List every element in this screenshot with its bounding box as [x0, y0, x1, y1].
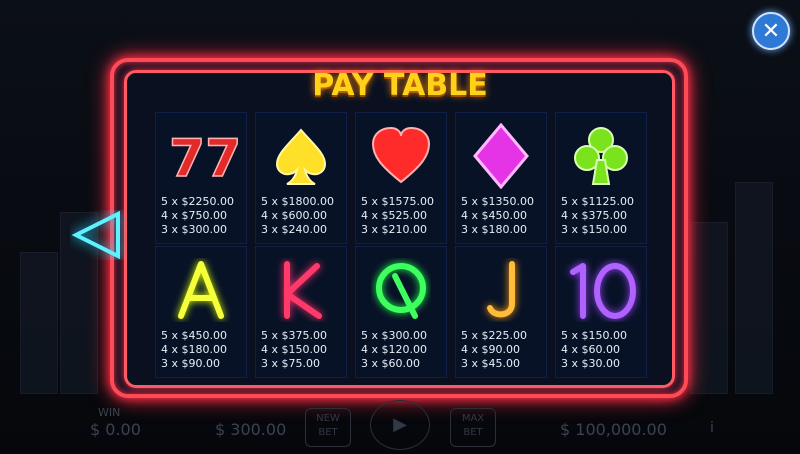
spade-icon — [256, 121, 346, 191]
max-bet-button[interactable]: MAX BET — [450, 408, 496, 447]
page-title: PAY TABLE — [312, 68, 488, 103]
close-button[interactable]: ✕ — [752, 12, 790, 50]
club-icon — [556, 121, 646, 191]
skyline-building — [690, 222, 728, 394]
payout-line: 5 x $375.00 — [261, 329, 327, 342]
j-icon — [456, 255, 546, 325]
balance-value: $ 100,000.00 — [560, 420, 667, 439]
spin-button[interactable]: ▶ — [370, 400, 430, 450]
symbol-card: 5 x $225.00 4 x $90.00 3 x $45.00 — [455, 246, 547, 378]
k-icon — [256, 255, 346, 325]
bet-value: $ 300.00 — [215, 420, 287, 439]
heart-icon — [356, 121, 446, 191]
payout-line: 4 x $375.00 — [561, 209, 627, 222]
skyline-building — [735, 182, 773, 394]
payout-line: 4 x $450.00 — [461, 209, 527, 222]
symbol-card: 5 x $1800.00 4 x $600.00 3 x $240.00 — [255, 112, 347, 244]
diamond-icon — [456, 121, 546, 191]
payout-line: 3 x $240.00 — [261, 223, 327, 236]
payout-line: 4 x $60.00 — [561, 343, 620, 356]
new-bet-button[interactable]: NEW BET — [305, 408, 351, 447]
symbol-card: 5 x $1350.00 4 x $450.00 3 x $180.00 — [455, 112, 547, 244]
payout-line: 5 x $2250.00 — [161, 195, 234, 208]
payout-line: 4 x $150.00 — [261, 343, 327, 356]
symbol-card: 5 x $450.00 4 x $180.00 3 x $90.00 — [155, 246, 247, 378]
payout-line: 5 x $150.00 — [561, 329, 627, 342]
symbol-card: 5 x $375.00 4 x $150.00 3 x $75.00 — [255, 246, 347, 378]
skyline-building — [20, 252, 58, 394]
payout-line: 3 x $30.00 — [561, 357, 620, 370]
seven-seven-icon: 77 — [156, 121, 246, 191]
win-value: $ 0.00 — [90, 420, 141, 439]
payout-line: 3 x $75.00 — [261, 357, 320, 370]
payout-line: 5 x $300.00 — [361, 329, 427, 342]
payout-line: 5 x $225.00 — [461, 329, 527, 342]
payout-line: 3 x $45.00 — [461, 357, 520, 370]
close-icon: ✕ — [761, 18, 781, 44]
payout-line: 5 x $1800.00 — [261, 195, 334, 208]
paytable-grid: 77 5 x $2250.00 4 x $750.00 3 x $300.00 … — [155, 112, 647, 378]
payout-line: 3 x $210.00 — [361, 223, 427, 236]
a-icon — [156, 255, 246, 325]
ten-icon — [556, 255, 646, 325]
back-arrow-button[interactable] — [70, 210, 125, 264]
payout-line: 3 x $300.00 — [161, 223, 227, 236]
win-label: WIN — [98, 406, 121, 419]
symbol-card: 77 5 x $2250.00 4 x $750.00 3 x $300.00 — [155, 112, 247, 244]
payout-line: 3 x $180.00 — [461, 223, 527, 236]
payout-line: 4 x $600.00 — [261, 209, 327, 222]
payout-line: 5 x $1575.00 — [361, 195, 434, 208]
svg-text:77: 77 — [169, 129, 241, 186]
info-icon[interactable]: i — [710, 420, 714, 436]
left-arrow-icon — [71, 210, 120, 260]
payout-line: 4 x $750.00 — [161, 209, 227, 222]
bottom-bar: WIN $ 0.00 $ 300.00 NEW BET ▶ MAX BET $ … — [0, 400, 800, 450]
symbol-card: 5 x $1125.00 4 x $375.00 3 x $150.00 — [555, 112, 647, 244]
payout-line: 5 x $1125.00 — [561, 195, 634, 208]
payout-line: 3 x $90.00 — [161, 357, 220, 370]
payout-line: 4 x $90.00 — [461, 343, 520, 356]
payout-line: 4 x $180.00 — [161, 343, 227, 356]
symbol-card: 5 x $150.00 4 x $60.00 3 x $30.00 — [555, 246, 647, 378]
payout-line: 3 x $60.00 — [361, 357, 420, 370]
symbol-card: 5 x $300.00 4 x $120.00 3 x $60.00 — [355, 246, 447, 378]
payout-line: 4 x $120.00 — [361, 343, 427, 356]
payout-line: 3 x $150.00 — [561, 223, 627, 236]
payout-line: 5 x $1350.00 — [461, 195, 534, 208]
q-icon — [356, 255, 446, 325]
payout-line: 5 x $450.00 — [161, 329, 227, 342]
payout-line: 4 x $525.00 — [361, 209, 427, 222]
symbol-card: 5 x $1575.00 4 x $525.00 3 x $210.00 — [355, 112, 447, 244]
